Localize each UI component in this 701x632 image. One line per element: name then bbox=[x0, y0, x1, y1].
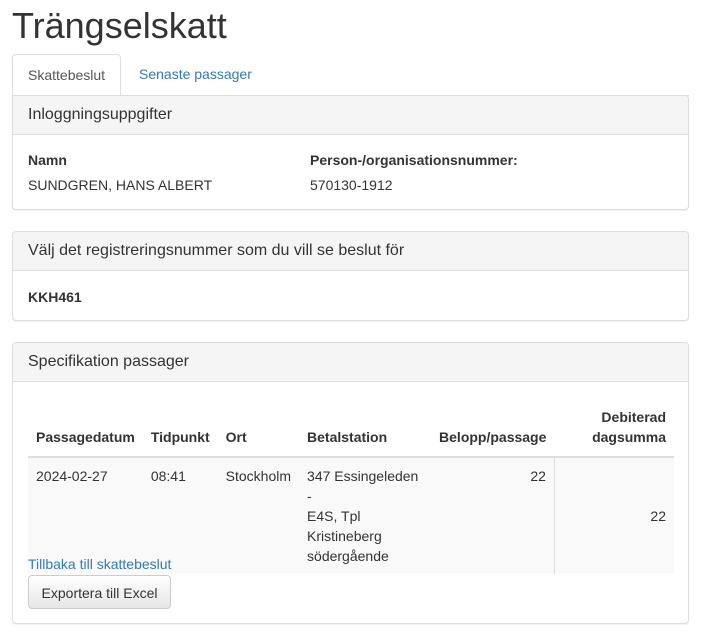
cell-day-sum: 22 bbox=[553, 457, 674, 574]
login-info-panel: Inloggningsuppgifter Namn SUNDGREN, HANS… bbox=[12, 95, 689, 210]
col-place: Ort bbox=[217, 396, 300, 458]
col-date: Passagedatum bbox=[28, 396, 143, 458]
export-excel-button[interactable]: Exportera till Excel bbox=[28, 575, 171, 609]
id-number-value: 570130-1912 bbox=[310, 177, 393, 193]
back-to-decision-link[interactable]: Tillbaka till skattebeslut bbox=[28, 556, 171, 572]
cell-place: Stockholm bbox=[217, 457, 300, 574]
cell-station-line1: 347 Essingeleden - bbox=[307, 468, 419, 504]
table-header-row: Passagedatum Tidpunkt Ort Betalstation B… bbox=[28, 396, 674, 458]
col-time: Tidpunkt bbox=[142, 396, 218, 458]
cell-station-line3: södergående bbox=[307, 548, 389, 564]
cell-amount: 22 bbox=[431, 457, 555, 574]
tab-senaste-passager[interactable]: Senaste passager bbox=[124, 54, 267, 95]
registration-heading: Välj det registreringsnummer som du vill… bbox=[13, 232, 688, 271]
passages-table: Passagedatum Tidpunkt Ort Betalstation B… bbox=[28, 396, 674, 574]
col-day-sum: Debiterad dagsumma bbox=[554, 396, 674, 458]
col-day-sum-line1: Debiterad bbox=[601, 409, 666, 425]
cell-station: 347 Essingeleden - E4S, Tpl Kristineberg… bbox=[299, 457, 432, 574]
cell-station-line2: E4S, Tpl Kristineberg bbox=[307, 508, 382, 544]
login-info-heading: Inloggningsuppgifter bbox=[13, 96, 688, 135]
tab-bar: Skattebeslut Senaste passager bbox=[12, 54, 689, 96]
registration-number[interactable]: KKH461 bbox=[28, 289, 82, 305]
name-value: SUNDGREN, HANS ALBERT bbox=[28, 177, 213, 193]
name-label: Namn bbox=[28, 152, 67, 168]
col-station: Betalstation bbox=[299, 396, 432, 458]
col-day-sum-line2: dagsumma bbox=[592, 429, 666, 445]
passages-heading: Specifikation passager bbox=[13, 343, 688, 382]
tab-skattebeslut[interactable]: Skattebeslut bbox=[12, 54, 121, 96]
registration-panel: Välj det registreringsnummer som du vill… bbox=[12, 231, 689, 321]
passages-panel: Specifikation passager Passagedatum Tidp… bbox=[12, 342, 689, 624]
col-amount: Belopp/passage bbox=[431, 396, 555, 458]
id-number-label: Person-/organisationsnummer: bbox=[310, 152, 518, 168]
page-title: Trängselskatt bbox=[12, 5, 227, 46]
